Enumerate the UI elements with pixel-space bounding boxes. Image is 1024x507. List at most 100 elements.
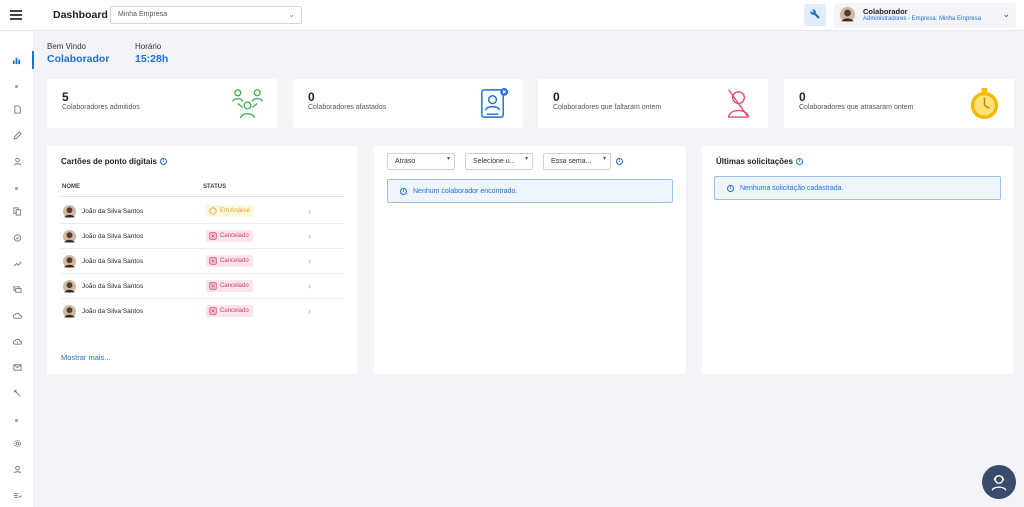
chevron-right-icon[interactable]: ›	[308, 231, 311, 241]
section-dot	[15, 85, 18, 88]
status-text: Cancelado	[220, 283, 249, 289]
close-box-icon	[209, 307, 217, 315]
section-dot	[15, 419, 18, 422]
people-network-icon	[232, 89, 263, 119]
type-select[interactable]: Atraso ▾	[387, 153, 455, 170]
chat-icon[interactable]	[0, 280, 34, 298]
status-badge: Cancelado	[206, 280, 253, 292]
file-icon[interactable]	[0, 100, 34, 118]
timecards-panel: Cartões de ponto digitais i NOME STATUS …	[47, 146, 357, 374]
chart-bar-icon[interactable]	[0, 51, 34, 69]
status-badge: Em Análise	[206, 205, 255, 217]
stat-label: Colaboradores admitidos	[62, 104, 140, 111]
section-dot	[15, 187, 18, 190]
stat-card-late[interactable]: 0 Colaboradores que atrasaram ontem	[784, 79, 1014, 128]
empty-alert: i Nenhum colaborador encontrado.	[387, 179, 673, 203]
time-value: 15:28h	[135, 53, 169, 65]
show-more-link[interactable]: Mostrar mais...	[61, 353, 111, 362]
time-block: Horário 15:28h	[135, 42, 168, 65]
sidebar	[0, 31, 34, 507]
pending-icon	[209, 207, 217, 215]
stat-card-admitted[interactable]: 5 Colaboradores admitidos	[47, 79, 277, 128]
avatar	[63, 230, 76, 243]
support-button[interactable]	[982, 465, 1016, 499]
list-icon[interactable]	[0, 486, 34, 504]
company-select-value: Minha Empresa	[118, 11, 168, 18]
stopwatch-icon	[970, 87, 999, 120]
table-row[interactable]: João da Silva Santos Cancelado ›	[61, 224, 345, 249]
stat-card-absent[interactable]: 0 Colaboradores que faltaram ontem	[538, 79, 768, 128]
info-icon[interactable]: i	[795, 158, 803, 165]
avatar	[63, 280, 76, 293]
status-text: Cancelado	[220, 308, 249, 314]
gear-icon[interactable]	[0, 434, 34, 452]
user-name: Colaborador	[863, 7, 908, 16]
caret-down-icon: ▾	[602, 156, 606, 162]
empty-message: Nenhuma solicitação cadastrada.	[740, 184, 844, 192]
cloud-download-icon[interactable]	[0, 332, 34, 350]
empty-alert: i Nenhuma solicitação cadastrada.	[714, 176, 1001, 200]
menu-icon[interactable]	[10, 10, 22, 20]
mail-icon[interactable]	[0, 358, 34, 376]
user-icon[interactable]	[0, 152, 34, 170]
copy-icon[interactable]	[0, 202, 34, 220]
stat-value: 5	[62, 90, 69, 104]
empty-message: Nenhum colaborador encontrado.	[413, 187, 518, 195]
status-text: Em Análise	[220, 208, 251, 214]
avatar	[63, 305, 76, 318]
clock-check-icon[interactable]	[0, 228, 34, 246]
employee-name: João da Silva Santos	[82, 208, 144, 215]
stat-label: Colaboradores que faltaram ontem	[553, 104, 662, 111]
avatar	[63, 205, 76, 218]
table-row[interactable]: João da Silva Santos Cancelado ›	[61, 249, 345, 274]
status-text: Cancelado	[220, 233, 249, 239]
greeting-value: Colaborador	[47, 53, 110, 65]
period-select[interactable]: Essa sema... ▾	[543, 153, 611, 170]
status-text: Cancelado	[220, 258, 249, 264]
pencil-icon[interactable]	[0, 126, 34, 144]
chevron-right-icon[interactable]: ›	[308, 306, 311, 316]
support-agent-icon	[991, 475, 1007, 491]
user-alt-icon[interactable]	[0, 460, 34, 478]
wrench-icon	[810, 9, 820, 19]
employee-name: João da Silva Santos	[82, 308, 144, 315]
type-select-value: Atraso	[395, 158, 416, 165]
info-icon[interactable]: i	[616, 158, 623, 165]
chevron-down-icon: ⌄	[1002, 9, 1010, 19]
table-header: NOME STATUS	[61, 183, 345, 197]
table-row[interactable]: João da Silva Santos Cancelado ›	[61, 299, 345, 324]
cloud-upload-icon[interactable]	[0, 306, 34, 324]
stat-value: 0	[799, 90, 806, 104]
table-row[interactable]: João da Silva Santos Em Análise ›	[61, 199, 345, 224]
panel-title: Últimas solicitações i	[716, 157, 803, 166]
info-icon: i	[727, 184, 734, 192]
period-select-value: Essa sema...	[551, 158, 592, 165]
caret-down-icon: ▾	[524, 156, 528, 162]
info-icon[interactable]: i	[160, 158, 168, 165]
stat-card-leave[interactable]: 0 Colaboradores afastados	[293, 79, 523, 128]
wrench-icon[interactable]	[0, 384, 34, 402]
column-status: STATUS	[203, 184, 227, 190]
top-bar: Dashboard Minha Empresa ⌄ Colaborador Ad…	[0, 0, 1024, 31]
chevron-right-icon[interactable]: ›	[308, 256, 311, 266]
chevron-right-icon[interactable]: ›	[308, 206, 311, 216]
panel-title: Cartões de ponto digitais i	[61, 157, 168, 166]
wrench-button[interactable]	[804, 4, 826, 26]
user-menu[interactable]: Colaborador Administradores - Empresa: M…	[834, 3, 1016, 27]
close-box-icon	[209, 282, 217, 290]
chevron-right-icon[interactable]: ›	[308, 281, 311, 291]
employee-select[interactable]: Selecione u... ▾	[465, 153, 533, 170]
requests-title: Últimas solicitações	[716, 157, 793, 166]
trend-icon[interactable]	[0, 254, 34, 272]
status-badge: Cancelado	[206, 230, 253, 242]
avatar	[63, 255, 76, 268]
user-role: Administradores - Empresa: Minha Empresa	[863, 16, 982, 22]
employee-name: João da Silva Santos	[82, 283, 144, 290]
stat-label: Colaboradores que atrasaram ontem	[799, 104, 914, 111]
employee-select-value: Selecione u...	[473, 158, 516, 165]
close-box-icon	[209, 257, 217, 265]
employee-name: João da Silva Santos	[82, 258, 144, 265]
company-select[interactable]: Minha Empresa ⌄	[110, 6, 302, 24]
caret-down-icon: ▾	[446, 156, 450, 162]
table-row[interactable]: João da Silva Santos Cancelado ›	[61, 274, 345, 299]
